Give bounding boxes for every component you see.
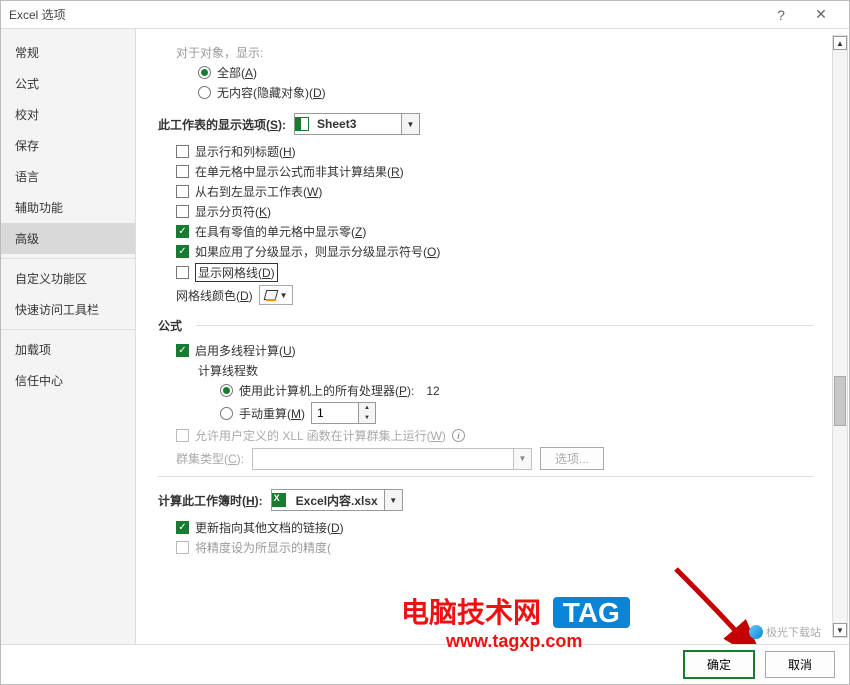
checkbox-row-col-headers[interactable] [176,145,189,158]
checkbox-page-breaks[interactable] [176,205,189,218]
label-outline-symbols: 如果应用了分级显示，则显示分级显示符号(O) [195,243,440,260]
label-thread-count: 计算线程数 [198,362,813,379]
separator [158,476,813,477]
gridline-color-picker[interactable]: ▼ [259,285,293,305]
combo-worksheet[interactable]: Sheet3 ▼ [294,113,420,135]
chevron-down-icon[interactable]: ▼ [359,413,375,423]
sidebar-item-advanced[interactable]: 高级 [1,223,135,254]
label-rtl-sheet: 从右到左显示工作表(W) [195,183,322,200]
section-workbook-calc: 计算此工作簿时(H): Excel内容.xlsx ▼ [158,489,813,511]
label-show-gridlines: 显示网格线(D) [195,263,278,282]
label-manual-threads: 手动重算(M) [239,405,305,422]
sidebar-item-language[interactable]: 语言 [1,161,135,192]
radio-manual-threads[interactable] [220,407,233,420]
radio-show-all[interactable] [198,66,211,79]
scroll-down-arrow[interactable]: ▼ [833,623,847,637]
cancel-button[interactable]: 取消 [765,651,835,678]
sidebar-item-customize-ribbon[interactable]: 自定义功能区 [1,263,135,294]
label-cluster-type: 群集类型(C): [176,450,244,467]
checkbox-show-gridlines[interactable] [176,266,189,279]
checkbox-multithread[interactable] [176,344,189,357]
radio-hide-objects[interactable] [198,86,211,99]
label-all-processors: 使用此计算机上的所有处理器(P): [239,382,414,399]
cluster-options-button: 选项... [540,447,604,470]
sidebar-item-save[interactable]: 保存 [1,130,135,161]
radio-all-processors[interactable] [220,384,233,397]
combo-workbook-value: Excel内容.xlsx [290,492,384,509]
chevron-down-icon[interactable]: ▼ [401,114,419,134]
label-row-col-headers: 显示行和列标题(H) [195,143,296,160]
sidebar-item-formulas[interactable]: 公式 [1,68,135,99]
titlebar: Excel 选项 ? ✕ [1,1,849,29]
label-xll-cluster: 允许用户定义的 XLL 函数在计算群集上运行(W) [195,427,446,444]
checkbox-rtl-sheet[interactable] [176,185,189,198]
separator [1,329,135,330]
sidebar-item-general[interactable]: 常规 [1,37,135,68]
separator [1,258,135,259]
checkbox-outline-symbols[interactable] [176,245,189,258]
checkbox-show-zeros[interactable] [176,225,189,238]
ok-button[interactable]: 确定 [683,650,755,679]
chevron-down-icon: ▼ [513,449,531,469]
section-worksheet-display: 此工作表的显示选项(S): Sheet3 ▼ [158,113,813,135]
scroll-up-arrow[interactable]: ▲ [833,36,847,50]
value-processor-count: 12 [426,384,439,398]
window-title: Excel 选项 [9,6,761,23]
objects-group-label: 对于对象，显示: [176,44,813,61]
content-pane[interactable]: 对于对象，显示: 全部(A) 无内容(隐藏对象)(D) 此工作表的显示选项(S)… [136,29,831,644]
checkbox-update-links[interactable] [176,521,189,534]
label-page-breaks: 显示分页符(K) [195,203,271,220]
label-show-formulas: 在单元格中显示公式而非其计算结果(R) [195,163,404,180]
close-button[interactable]: ✕ [801,1,841,29]
checkbox-precision[interactable] [176,541,189,554]
radio-hide-objects-label: 无内容(隐藏对象)(D) [217,84,326,101]
spinner-thread-count[interactable]: ▲▼ [311,402,376,424]
sidebar-item-quick-access[interactable]: 快速访问工具栏 [1,294,135,325]
sheet-icon [295,117,309,131]
sidebar-item-trust-center[interactable]: 信任中心 [1,365,135,396]
label-update-links: 更新指向其他文档的链接(D) [195,519,344,536]
chevron-up-icon[interactable]: ▲ [359,403,375,413]
label-gridline-color: 网格线颜色(D) [176,287,253,304]
chevron-down-icon[interactable]: ▼ [384,490,402,510]
dialog-footer: 确定 取消 [1,644,849,684]
checkbox-show-formulas[interactable] [176,165,189,178]
vertical-scrollbar[interactable]: ▲ ▼ [832,35,848,638]
sidebar-item-proofing[interactable]: 校对 [1,99,135,130]
sidebar-item-accessibility[interactable]: 辅助功能 [1,192,135,223]
label-precision-partial: 将精度设为所显示的精度( [195,539,331,556]
sidebar: 常规 公式 校对 保存 语言 辅助功能 高级 自定义功能区 快速访问工具栏 加载… [1,29,136,644]
checkbox-xll-cluster [176,429,189,442]
bucket-icon [264,288,278,302]
help-button[interactable]: ? [761,1,801,29]
excel-file-icon [272,493,286,507]
combo-cluster-type: ▼ [252,448,532,470]
combo-worksheet-value: Sheet3 [311,117,401,131]
spinner-thread-input[interactable] [312,403,358,423]
scroll-thumb[interactable] [834,376,846,426]
sidebar-item-addins[interactable]: 加载项 [1,334,135,365]
radio-show-all-label: 全部(A) [217,64,257,81]
info-icon[interactable]: i [452,429,465,442]
label-show-zeros: 在具有零值的单元格中显示零(Z) [195,223,366,240]
combo-workbook[interactable]: Excel内容.xlsx ▼ [271,489,403,511]
label-multithread: 启用多线程计算(U) [195,342,296,359]
section-formulas: 公式 [158,317,813,334]
